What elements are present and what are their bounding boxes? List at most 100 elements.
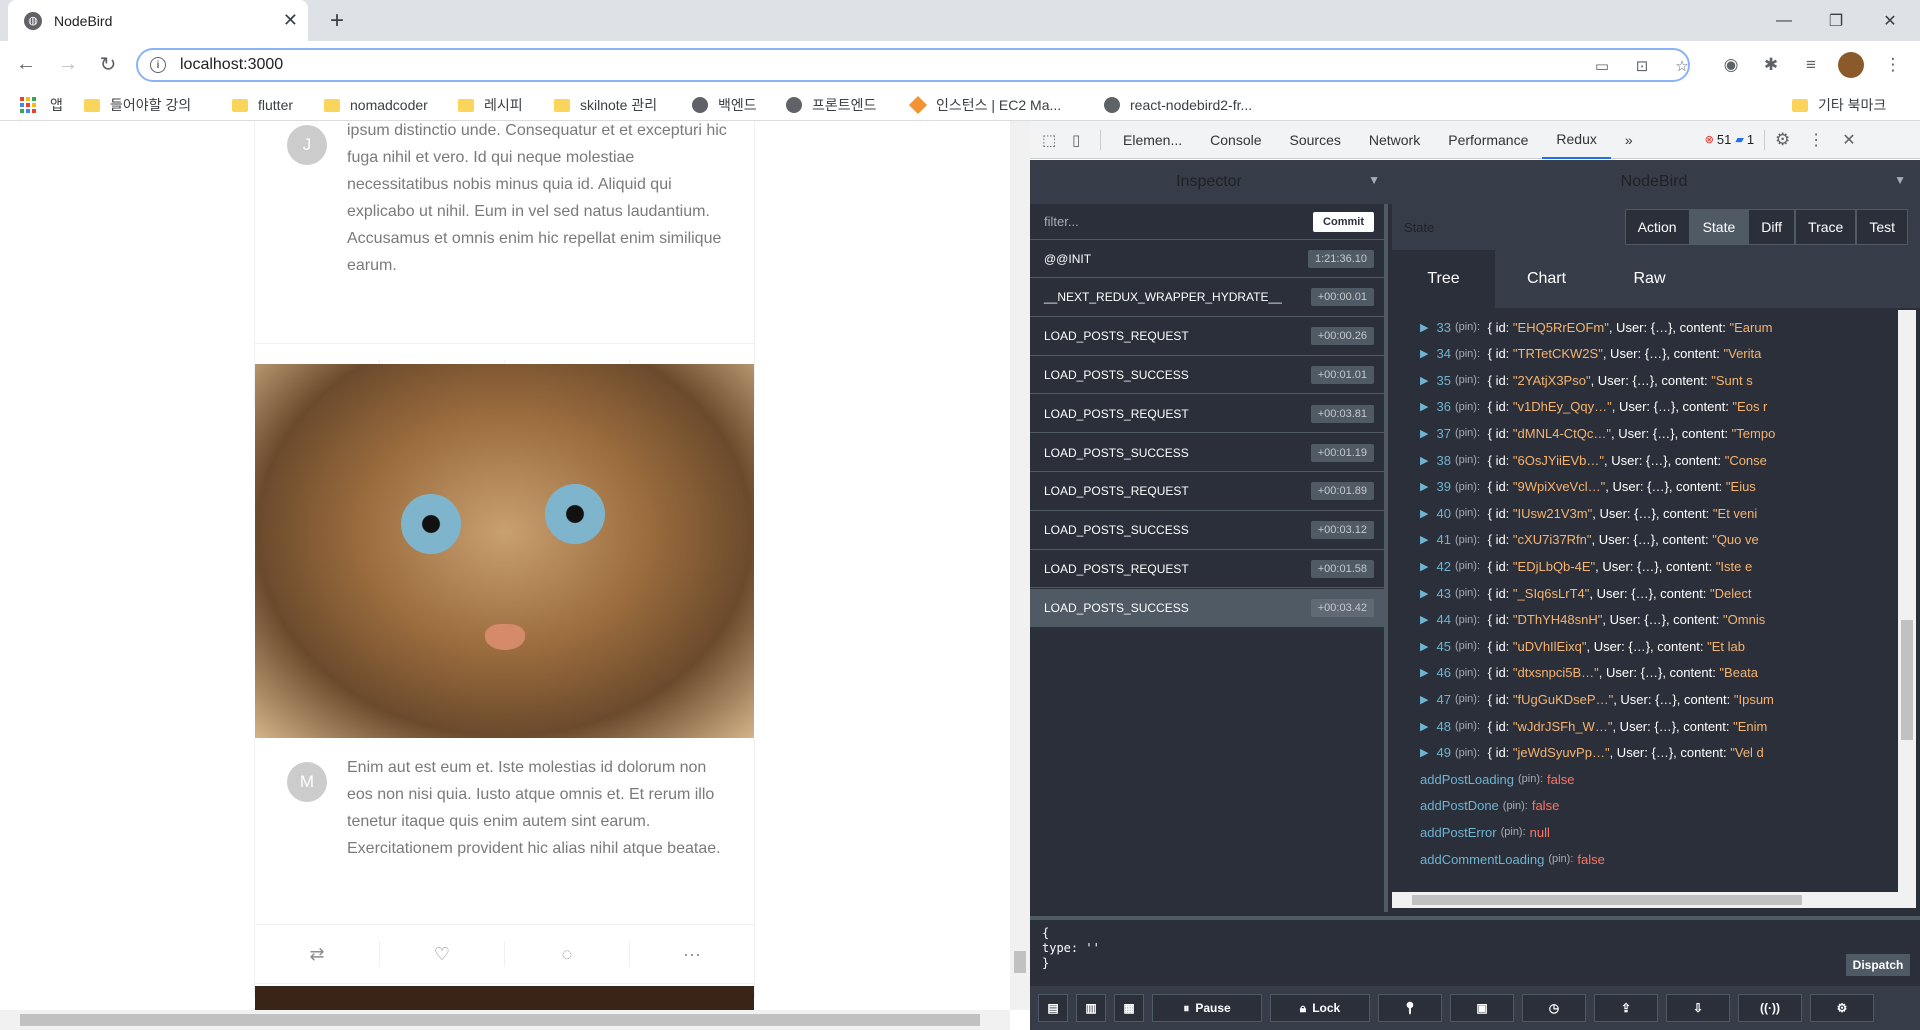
bookmark-folder[interactable]: flutter (232, 94, 293, 116)
tree-vertical-scrollbar[interactable] (1898, 310, 1916, 908)
more-tabs-button[interactable]: » (1611, 121, 1647, 159)
tree-node[interactable]: ▶ 40 (pin): { id: "IUsw21V3m", User: {…}, … (1392, 500, 1902, 526)
tree-node[interactable]: ▶ 35 (pin): { id: "2YAtjX3Pso", User: {…},… (1392, 367, 1902, 393)
action-item[interactable]: @@INIT 1:21:36.10 (1030, 240, 1388, 278)
tree-node[interactable]: ▶ 45 (pin): { id: "uDVhIlEixq", User: {…},… (1392, 633, 1902, 659)
gear-icon[interactable]: ⚙ (1775, 130, 1790, 150)
scroll-thumb[interactable] (1412, 895, 1802, 905)
dispatch-area[interactable]: { type: '' } (1030, 916, 1920, 982)
remote-icon[interactable]: ((·)) (1738, 994, 1802, 1022)
tab-test[interactable]: Test (1856, 209, 1908, 245)
menu-icon[interactable]: ⋮ (1880, 52, 1906, 78)
tab-raw[interactable]: Raw (1598, 250, 1701, 308)
browser-tab[interactable]: ◍ NodeBird ✕ (8, 0, 308, 41)
expand-arrow-icon[interactable]: ▶ (1420, 560, 1428, 573)
inspector-select[interactable]: Inspector ▼ (1030, 173, 1388, 191)
expand-arrow-icon[interactable]: ▶ (1420, 374, 1428, 387)
back-button[interactable]: ← (12, 50, 40, 78)
restore-button[interactable]: ❐ (1808, 0, 1864, 41)
tree-node[interactable]: ▶ 37 (pin): { id: "dMNL4-CtQc…", User: {…}… (1392, 420, 1902, 446)
page-horizontal-scrollbar[interactable] (0, 1010, 1010, 1030)
avatar[interactable]: M (287, 762, 327, 802)
action-item[interactable]: LOAD_POSTS_REQUEST +00:01.89 (1030, 473, 1388, 511)
heart-icon[interactable]: ♡ (380, 941, 505, 967)
star-icon[interactable]: ☆ (1672, 56, 1692, 76)
scroll-thumb[interactable] (20, 1014, 980, 1026)
expand-arrow-icon[interactable]: ▶ (1420, 666, 1428, 679)
tab-state[interactable]: State (1689, 209, 1749, 245)
bookmark-link[interactable]: 인스턴스 | EC2 Ma... (908, 94, 1061, 116)
expand-arrow-icon[interactable]: ▶ (1420, 454, 1428, 467)
bookmark-folder[interactable]: 기타 북마크 (1792, 94, 1886, 116)
dispatch-button[interactable]: Dispatch (1846, 954, 1910, 976)
scroll-thumb[interactable] (1901, 620, 1913, 740)
message-count[interactable]: 1 (1747, 132, 1754, 147)
tab-elements[interactable]: Elemen... (1109, 121, 1196, 159)
upload-icon[interactable]: ⇪ (1594, 994, 1658, 1022)
info-icon[interactable]: i (150, 57, 166, 73)
store-select[interactable]: NodeBird ▼ (1388, 173, 1920, 191)
tab-trace[interactable]: Trace (1795, 209, 1857, 245)
inspect-icon[interactable]: ⬚ (1042, 131, 1062, 149)
translate-icon[interactable]: ⊡ (1632, 56, 1652, 76)
layout-icon[interactable]: ▦ (1114, 994, 1144, 1022)
post-image[interactable] (255, 986, 754, 1010)
expand-arrow-icon[interactable]: ▶ (1420, 427, 1428, 440)
action-item[interactable]: __NEXT_REDUX_WRAPPER_HYDRATE__ +00:00.01 (1030, 279, 1388, 317)
tab-redux[interactable]: Redux (1542, 121, 1611, 159)
more-icon[interactable]: ··· (630, 941, 754, 967)
expand-arrow-icon[interactable]: ▶ (1420, 640, 1428, 653)
tab-console[interactable]: Console (1196, 121, 1275, 159)
bookmark-apps[interactable]: 앱 (20, 94, 63, 116)
tree-node[interactable]: ▶ 47 (pin): { id: "fUgGuKDseP…", User: {…}… (1392, 686, 1902, 712)
bookmark-folder[interactable]: 레시피 (458, 94, 523, 116)
expand-arrow-icon[interactable]: ▶ (1420, 347, 1428, 360)
action-item[interactable]: LOAD_POSTS_SUCCESS +00:01.19 (1030, 434, 1388, 472)
page-vertical-scrollbar[interactable] (1010, 121, 1030, 1010)
retweet-icon[interactable]: ⇄ (255, 941, 380, 967)
avatar[interactable]: J (287, 125, 327, 165)
bookmark-folder[interactable]: skilnote 관리 (554, 94, 657, 116)
tab-performance[interactable]: Performance (1434, 121, 1542, 159)
commit-button[interactable]: Commit (1313, 211, 1374, 232)
action-item[interactable]: LOAD_POSTS_REQUEST +00:03.81 (1030, 395, 1388, 434)
filter-input[interactable]: filter... (1044, 214, 1313, 229)
extension-icon[interactable]: ◉ (1718, 52, 1744, 78)
expand-arrow-icon[interactable]: ▶ (1420, 587, 1428, 600)
layout-icon[interactable]: ▥ (1076, 994, 1106, 1022)
tree-node[interactable]: ▶ 41 (pin): { id: "cXU7i37Rfn", User: {…},… (1392, 527, 1902, 553)
tab-action[interactable]: Action (1624, 209, 1690, 245)
dispatch-editor[interactable]: { type: '' } (1042, 926, 1100, 971)
puzzle-icon[interactable]: ✱ (1758, 52, 1784, 78)
tree-node[interactable]: ▶ 43 (pin): { id: "_SIq6sLrT4", User: {…},… (1392, 580, 1902, 606)
tree-node[interactable]: ▶ 48 (pin): { id: "wJdrJSFh_W…", User: {…}… (1392, 713, 1902, 739)
reload-button[interactable]: ↻ (94, 50, 122, 78)
error-count[interactable]: 51 (1717, 132, 1731, 147)
address-bar[interactable]: i localhost:3000 (136, 48, 1690, 82)
tab-chart[interactable]: Chart (1495, 250, 1598, 308)
tree-node[interactable]: ▶ 38 (pin): { id: "6OsJYiiEVb…", User: {…}… (1392, 447, 1902, 473)
tree-node[interactable]: ▶ 36 (pin): { id: "v1DhEy_Qqy…", User: {…}… (1392, 394, 1902, 420)
expand-arrow-icon[interactable]: ▶ (1420, 480, 1428, 493)
tab-network[interactable]: Network (1355, 121, 1434, 159)
action-item[interactable]: LOAD_POSTS_REQUEST +00:01.58 (1030, 550, 1388, 589)
tree-node[interactable]: ▶ 39 (pin): { id: "9WpiXveVcl…", User: {…}… (1392, 474, 1902, 500)
expand-arrow-icon[interactable]: ▶ (1420, 613, 1428, 626)
pin-icon[interactable]: 📍︎ (1378, 994, 1442, 1022)
tree-node[interactable]: ▶ 46 (pin): { id: "dtxsnpci5B…", User: {…}… (1392, 660, 1902, 686)
tree-node[interactable]: ▶ 33 (pin): { id: "EHQ5RrEOFm", User: {…},… (1392, 314, 1902, 340)
download-icon[interactable]: ⇩ (1666, 994, 1730, 1022)
close-devtools-icon[interactable]: ✕ (1842, 130, 1855, 150)
tree-node[interactable]: ▶ 49 (pin): { id: "jeWdSyuvPp…", User: {…}… (1392, 740, 1902, 766)
pause-button[interactable]: ⏸ Pause (1152, 994, 1262, 1022)
expand-arrow-icon[interactable]: ▶ (1420, 533, 1428, 546)
post-image[interactable] (255, 364, 754, 738)
tree-node[interactable]: ▶ 34 (pin): { id: "TRTetCKW2S", User: {…},… (1392, 341, 1902, 367)
action-item[interactable]: LOAD_POSTS_REQUEST +00:00.26 (1030, 318, 1388, 356)
bookmark-link[interactable]: 백엔드 (692, 94, 757, 116)
tree-node[interactable]: ▶ 42 (pin): { id: "EDjLbQb-4E", User: {…},… (1392, 553, 1902, 579)
monitor-icon[interactable]: ▣ (1450, 994, 1514, 1022)
expand-arrow-icon[interactable]: ▶ (1420, 400, 1428, 413)
action-item[interactable]: LOAD_POSTS_SUCCESS +00:03.12 (1030, 512, 1388, 550)
scroll-thumb[interactable] (1014, 951, 1026, 973)
